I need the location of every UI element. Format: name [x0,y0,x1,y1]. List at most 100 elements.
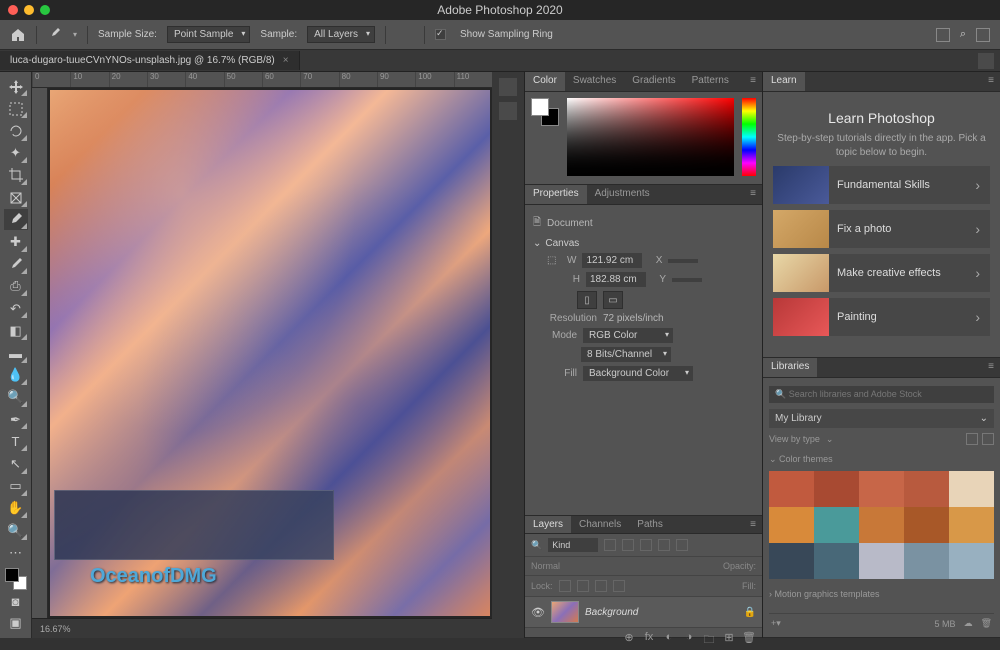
maximize-window-icon[interactable] [40,5,50,15]
lasso-tool[interactable] [4,120,28,141]
home-icon[interactable] [10,27,26,43]
lock-transparency-icon[interactable] [559,580,571,592]
swatch[interactable] [859,507,904,543]
hand-tool[interactable]: ✋ [4,498,28,519]
portrait-icon[interactable]: ▯ [577,291,597,309]
swatch[interactable] [904,507,949,543]
eyedropper-tool-icon[interactable] [47,27,63,43]
blur-tool[interactable]: 💧 [4,365,28,386]
orientation-icon[interactable]: ⬚ [547,255,556,266]
brush-tool[interactable] [4,254,28,275]
fill-select[interactable]: Background Color [583,366,693,381]
layer-filter-kind[interactable] [548,538,598,552]
clone-stamp-tool[interactable]: ⎙ [4,276,28,297]
gradient-tool[interactable]: ▬ [4,342,28,363]
layer-style-icon[interactable]: fx [642,631,656,645]
learn-card-effects[interactable]: Make creative effects› [773,254,990,292]
swatch[interactable] [814,543,859,579]
tab-paths[interactable]: Paths [629,516,671,533]
filter-pixel-icon[interactable] [604,539,616,551]
swatch[interactable] [904,471,949,507]
swatch[interactable] [769,543,814,579]
swatch-row[interactable] [769,507,994,543]
frame-tool[interactable] [4,187,28,208]
minimize-window-icon[interactable] [24,5,34,15]
tab-properties[interactable]: Properties [525,185,587,204]
swatch[interactable] [769,507,814,543]
grid-view-icon[interactable] [966,433,978,445]
marquee-tool[interactable] [4,98,28,119]
swatch[interactable] [859,543,904,579]
close-window-icon[interactable] [8,5,18,15]
delete-icon[interactable]: 🗑 [981,618,992,629]
sample-select[interactable]: All Layers [307,26,375,43]
panel-menu-icon[interactable]: ≡ [982,72,1000,91]
foreground-background-colors[interactable] [5,568,27,589]
edit-toolbar[interactable]: ⋯ [4,542,28,563]
color-fgbg[interactable] [531,98,559,126]
swatch[interactable] [949,543,994,579]
depth-select[interactable]: 8 Bits/Channel [581,347,671,362]
color-field[interactable] [567,98,734,176]
history-brush-tool[interactable]: ↶ [4,298,28,319]
new-layer-icon[interactable]: ⊞ [722,631,736,645]
zoom-level[interactable]: 16.67% [40,624,71,634]
pen-tool[interactable]: ✒ [4,409,28,430]
learn-card-painting[interactable]: Painting› [773,298,990,336]
dodge-tool[interactable]: 🔍 [4,387,28,408]
document-tab[interactable]: luca-dugaro-tuueCVnYNOs-unsplash.jpg @ 1… [0,51,300,70]
landscape-icon[interactable]: ▭ [603,291,623,309]
filter-type-icon[interactable] [640,539,652,551]
add-content-icon[interactable]: +▾ [771,618,781,629]
learn-card-fundamental[interactable]: Fundamental Skills› [773,166,990,204]
tab-color[interactable]: Color [525,72,565,91]
swatch[interactable] [949,507,994,543]
height-field[interactable]: 182.88 cm [586,272,646,287]
lock-image-icon[interactable] [577,580,589,592]
healing-brush-tool[interactable]: ✚ [4,231,28,252]
layer-row[interactable]: 👁 Background 🔒 [525,597,762,627]
tab-libraries[interactable]: Libraries [763,358,817,377]
swatch[interactable] [769,471,814,507]
swatch[interactable] [904,543,949,579]
swatch[interactable] [949,471,994,507]
chevron-down-icon[interactable]: ▾ [73,30,77,39]
tab-adjustments[interactable]: Adjustments [587,185,658,204]
layer-mask-icon[interactable]: ◐ [662,631,676,645]
blend-mode[interactable]: Normal [531,561,591,571]
swatch-row[interactable] [769,471,994,507]
layer-name[interactable]: Background [585,607,738,618]
share-icon[interactable] [936,28,950,42]
panel-menu-icon[interactable]: ≡ [744,185,762,204]
eraser-tool[interactable]: ◧ [4,320,28,341]
filter-adjustment-icon[interactable] [622,539,634,551]
filter-shape-icon[interactable] [658,539,670,551]
learn-card-fix-photo[interactable]: Fix a photo› [773,210,990,248]
rectangle-tool[interactable]: ▭ [4,476,28,497]
panel-menu-icon[interactable]: ≡ [982,358,1000,377]
layer-thumbnail[interactable] [551,601,579,623]
new-adjustment-icon[interactable]: ◑ [682,631,696,645]
canvas[interactable]: OceanofDMG [50,90,490,616]
sync-icon[interactable]: ☁ [964,618,973,629]
swatch[interactable] [814,507,859,543]
list-view-icon[interactable] [982,433,994,445]
search-icon[interactable]: ⌕ [960,28,966,42]
lock-icon[interactable]: 🔒 [744,607,756,618]
delete-layer-icon[interactable]: 🗑 [742,631,756,645]
tab-learn[interactable]: Learn [763,72,805,91]
move-tool[interactable] [4,76,28,97]
path-selection-tool[interactable]: ↖ [4,453,28,474]
sample-size-select[interactable]: Point Sample [167,26,250,43]
visibility-icon[interactable]: 👁 [531,606,545,619]
width-field[interactable]: 121.92 cm [582,253,642,268]
new-group-icon[interactable]: 🗀 [702,631,716,645]
link-layers-icon[interactable]: ⊕ [622,631,636,645]
y-field[interactable] [672,278,702,282]
x-field[interactable] [668,259,698,263]
tab-swatches[interactable]: Swatches [565,72,624,91]
swatch[interactable] [859,471,904,507]
hue-strip[interactable] [742,98,756,176]
mode-select[interactable]: RGB Color [583,328,673,343]
workspace-icon[interactable] [976,28,990,42]
